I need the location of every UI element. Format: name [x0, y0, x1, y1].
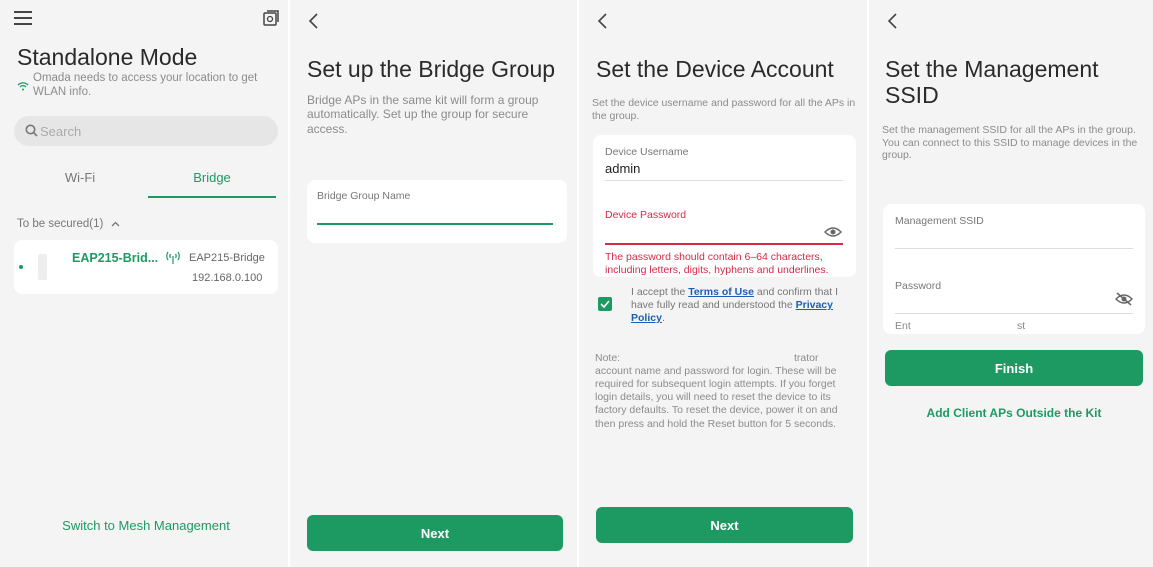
password-label: Password: [895, 280, 942, 292]
note-body: account name and password for login. The…: [595, 365, 838, 430]
back-icon[interactable]: [886, 8, 898, 34]
note-end: trator: [794, 352, 819, 364]
back-icon[interactable]: [596, 8, 608, 34]
search-input[interactable]: Search: [14, 116, 278, 146]
switch-mesh-link[interactable]: Switch to Mesh Management: [0, 518, 288, 533]
back-icon[interactable]: [307, 8, 319, 34]
device-card[interactable]: EAP215-Brid... EAP215-Bridge 192.168.0.1…: [14, 240, 278, 294]
device-thumbnail: [38, 254, 47, 280]
tab-bridge[interactable]: Bridge: [148, 170, 276, 185]
ssid-underline: [895, 248, 1133, 249]
device-model: EAP215-Bridge: [189, 252, 265, 264]
device-account-screen: Set the Device Account Set the device us…: [579, 0, 867, 567]
username-label: Device Username: [605, 146, 689, 158]
page-subtitle: Set the management SSID for all the APs …: [882, 124, 1138, 162]
page-title: Set the Device Account: [596, 56, 834, 82]
account-card: Device Username admin Device Password Th…: [593, 135, 856, 277]
page-subtitle: Bridge APs in the same kit will form a g…: [307, 93, 539, 136]
device-list-icon[interactable]: [262, 9, 280, 32]
terms-link[interactable]: Terms of Use: [688, 286, 754, 298]
ssid-label: Management SSID: [895, 215, 984, 227]
management-ssid-field[interactable]: Management SSID: [883, 204, 1145, 254]
partial-text-left: Ent: [895, 320, 911, 332]
accept-checkbox[interactable]: [598, 297, 612, 311]
device-name: EAP215-Brid...: [72, 251, 159, 265]
page-title: Set up the Bridge Group: [307, 56, 556, 82]
bridge-group-screen: Set up the Bridge Group Bridge APs in th…: [290, 0, 577, 567]
finish-button[interactable]: Finish: [885, 350, 1143, 386]
password-field[interactable]: Device Password: [593, 201, 856, 245]
accept-suffix: .: [661, 312, 665, 325]
antenna-icon: [164, 250, 182, 269]
status-dot: [19, 265, 23, 269]
username-field[interactable]: Device Username admin: [593, 135, 856, 190]
note-text: Note: trator account name and password f…: [595, 352, 857, 431]
section-header[interactable]: To be secured(1): [17, 218, 120, 230]
menu-icon[interactable]: [14, 10, 34, 31]
page-subtitle: Set the device username and password for…: [592, 97, 856, 122]
standalone-mode-screen: Standalone Mode Omada needs to access yo…: [0, 0, 288, 567]
eye-icon[interactable]: [824, 225, 842, 243]
password-label: Device Password: [605, 209, 687, 221]
note-start: Note:: [595, 352, 621, 364]
terms-text: I accept the Terms of Use and confirm th…: [631, 286, 853, 325]
username-value: admin: [605, 161, 641, 176]
tab-active-indicator: [148, 196, 276, 198]
chevron-up-icon: [111, 218, 120, 230]
field-label: Bridge Group Name: [317, 190, 411, 202]
page-title: Standalone Mode: [17, 44, 198, 70]
next-button[interactable]: Next: [596, 507, 853, 543]
add-client-aps-link[interactable]: Add Client APs Outside the Kit: [869, 406, 1153, 420]
search-icon: [25, 124, 38, 142]
username-underline: [605, 180, 843, 181]
tab-wifi[interactable]: Wi-Fi: [14, 170, 146, 185]
search-placeholder: Search: [40, 124, 82, 139]
wifi-icon: [17, 78, 31, 96]
location-note: Omada needs to access your location to g…: [33, 72, 258, 98]
partial-text-right: st: [1017, 320, 1026, 332]
bridge-group-name-field[interactable]: Bridge Group Name: [307, 180, 567, 243]
page-title: Set the Management SSID: [885, 56, 1099, 109]
field-underline: [317, 223, 553, 225]
check-icon: [600, 300, 610, 308]
password-underline: [895, 313, 1133, 314]
ssid-card: Management SSID Password Ent st: [883, 204, 1145, 334]
password-underline: [605, 243, 843, 245]
section-label: To be secured(1): [17, 218, 104, 230]
next-button[interactable]: Next: [307, 515, 563, 551]
eye-off-icon[interactable]: [1115, 292, 1133, 311]
password-error: The password should contain 6–64 charact…: [605, 251, 829, 277]
password-field[interactable]: Password: [883, 269, 1145, 315]
device-ip: 192.168.0.100: [192, 272, 263, 284]
accept-prefix: I accept the: [631, 286, 689, 298]
management-ssid-screen: Set the Management SSID Set the manageme…: [869, 0, 1153, 567]
